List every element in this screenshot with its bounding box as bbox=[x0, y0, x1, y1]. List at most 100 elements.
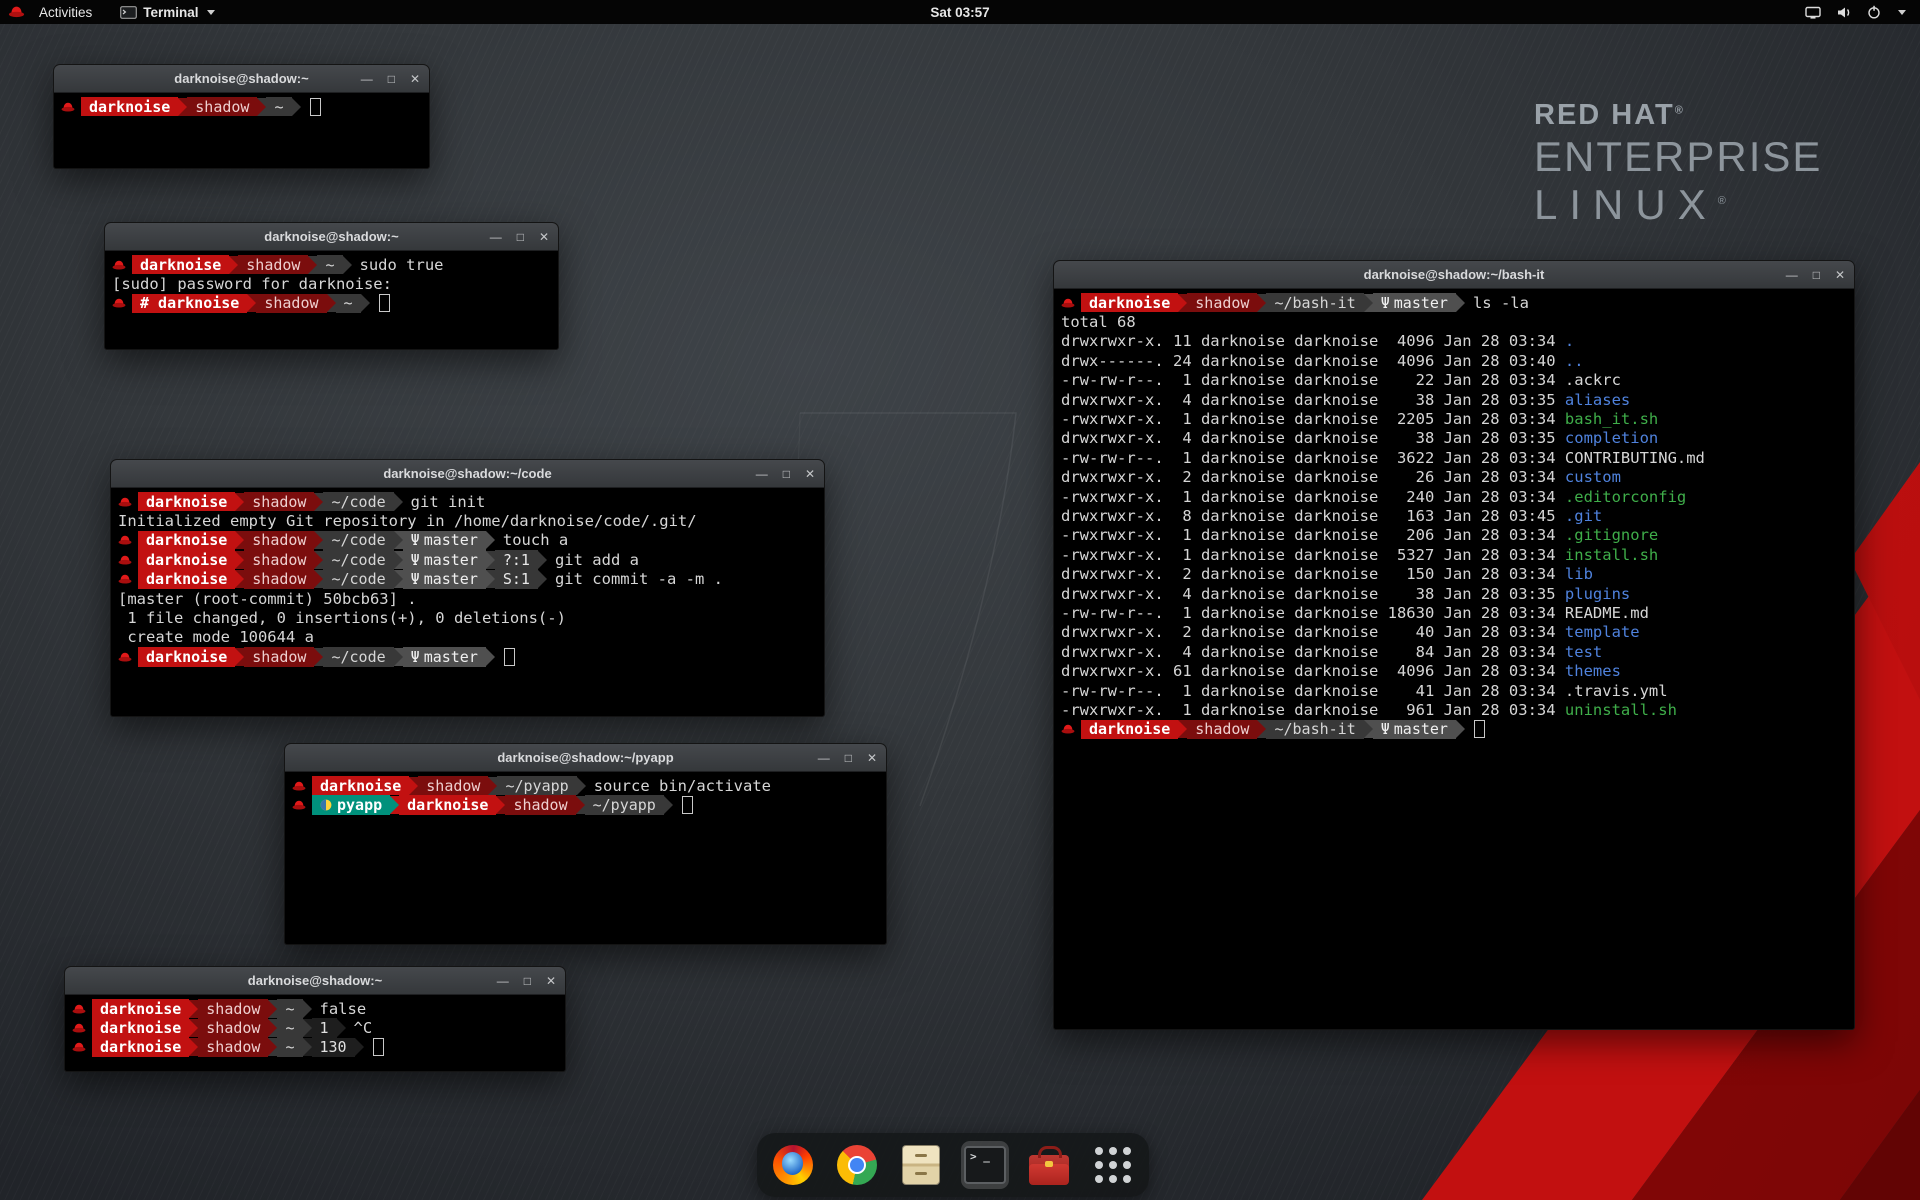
titlebar[interactable]: darknoise@shadow:~/bash-it — □ ✕ bbox=[1054, 261, 1854, 289]
minimize-button[interactable]: — bbox=[361, 73, 373, 85]
terminal-content[interactable]: darknoiseshadow~ bbox=[54, 93, 429, 120]
close-button[interactable]: ✕ bbox=[805, 468, 815, 480]
terminal-content[interactable]: darknoiseshadow~/bash-itΨmasterls -latot… bbox=[1054, 289, 1854, 743]
user-segment: darknoise bbox=[312, 776, 409, 795]
host-segment: shadow bbox=[244, 492, 314, 511]
redhat-prompt-icon bbox=[292, 780, 306, 792]
path-segment: ~ bbox=[277, 1018, 302, 1037]
powerline-separator bbox=[314, 648, 323, 666]
terminal-line: darknoiseshadow~/bash-itΨmaster bbox=[1061, 720, 1847, 739]
output-text: [sudo] password for darknoise: bbox=[112, 275, 401, 293]
path-segment: ~/pyapp bbox=[497, 776, 576, 795]
terminal-content[interactable]: darknoiseshadow~/pyappsource bin/activat… bbox=[285, 772, 886, 819]
terminal-line: drwxrwxr-x. 61 darknoise darknoise 4096 … bbox=[1061, 661, 1847, 680]
titlebar[interactable]: darknoise@shadow:~ — □ ✕ bbox=[65, 967, 565, 995]
git-branch-icon: Ψ bbox=[411, 648, 420, 666]
window-title: darknoise@shadow:~ bbox=[248, 973, 382, 988]
activities-button[interactable]: Activities bbox=[31, 0, 100, 24]
powerline-separator bbox=[486, 648, 495, 666]
output-text: drwxrwxr-x. 4 darknoise darknoise 38 Jan… bbox=[1061, 429, 1565, 447]
close-button[interactable]: ✕ bbox=[539, 231, 549, 243]
terminal-cursor bbox=[1474, 720, 1485, 738]
minimize-button[interactable]: — bbox=[490, 231, 502, 243]
titlebar[interactable]: darknoise@shadow:~ — □ ✕ bbox=[105, 223, 558, 251]
directory-name: plugins bbox=[1565, 585, 1630, 603]
close-button[interactable]: ✕ bbox=[1835, 269, 1845, 281]
close-button[interactable]: ✕ bbox=[867, 752, 877, 764]
maximize-button[interactable]: □ bbox=[845, 752, 852, 764]
minimize-button[interactable]: — bbox=[756, 468, 768, 480]
terminal-content[interactable]: darknoiseshadow~/codegit initInitialized… bbox=[111, 488, 824, 671]
python-icon bbox=[320, 799, 332, 811]
path-segment: ~/bash-it bbox=[1266, 293, 1363, 312]
git-segment: Ψmaster bbox=[1373, 293, 1456, 312]
host-segment: shadow bbox=[418, 776, 488, 795]
user-segment: darknoise bbox=[138, 570, 235, 589]
titlebar[interactable]: darknoise@shadow:~/pyapp — □ ✕ bbox=[285, 744, 886, 772]
dock-chrome-button[interactable] bbox=[833, 1141, 881, 1189]
system-status-area[interactable] bbox=[1805, 5, 1920, 19]
powerline-separator bbox=[1178, 720, 1187, 738]
output-text: drwx------. 24 darknoise darknoise 4096 … bbox=[1061, 352, 1565, 370]
directory-name: completion bbox=[1565, 429, 1658, 447]
volume-icon[interactable] bbox=[1836, 6, 1852, 19]
chrome-icon bbox=[837, 1145, 877, 1185]
app-menu-terminal[interactable]: Terminal bbox=[120, 5, 214, 20]
gitstat-segment: ?:1 bbox=[495, 550, 538, 569]
powerline-separator bbox=[229, 256, 238, 274]
powerline-separator bbox=[486, 551, 495, 569]
minimize-button[interactable]: — bbox=[1786, 269, 1798, 281]
maximize-button[interactable]: □ bbox=[783, 468, 790, 480]
clock[interactable]: Sat 03:57 bbox=[930, 5, 989, 20]
user-segment: darknoise bbox=[92, 1038, 189, 1057]
dock-terminal-button[interactable] bbox=[961, 1141, 1009, 1189]
terminal-line: drwxrwxr-x. 8 darknoise darknoise 163 Ja… bbox=[1061, 506, 1847, 525]
dock-files-button[interactable] bbox=[897, 1141, 945, 1189]
user-segment: darknoise bbox=[399, 795, 496, 814]
terminal-line: darknoiseshadow~/codeΨmasterS:1git commi… bbox=[118, 570, 817, 589]
redhat-prompt-icon bbox=[1061, 297, 1075, 309]
close-button[interactable]: ✕ bbox=[410, 73, 420, 85]
minimize-button[interactable]: — bbox=[497, 975, 509, 987]
powerline-separator bbox=[314, 531, 323, 549]
terminal-line: drwxrwxr-x. 2 darknoise darknoise 40 Jan… bbox=[1061, 623, 1847, 642]
maximize-button[interactable]: □ bbox=[1813, 269, 1820, 281]
terminal-line: # darknoiseshadow~ bbox=[112, 294, 551, 313]
powerline-separator bbox=[394, 648, 403, 666]
terminal-line: drwxrwxr-x. 4 darknoise darknoise 84 Jan… bbox=[1061, 642, 1847, 661]
power-icon[interactable] bbox=[1867, 5, 1881, 19]
maximize-button[interactable]: □ bbox=[517, 231, 524, 243]
maximize-button[interactable]: □ bbox=[388, 73, 395, 85]
terminal-line: darknoiseshadow~/codeΨmaster?:1git add a bbox=[118, 550, 817, 569]
maximize-button[interactable]: □ bbox=[524, 975, 531, 987]
redhat-prompt-icon bbox=[112, 297, 126, 309]
path-segment: ~/code bbox=[323, 531, 393, 550]
terminal-content[interactable]: darknoiseshadow~falsedarknoiseshadow~1^C… bbox=[65, 995, 565, 1061]
minimize-button[interactable]: — bbox=[818, 752, 830, 764]
redhat-prompt-icon bbox=[118, 496, 132, 508]
path-segment: ~/code bbox=[323, 647, 393, 666]
terminal-content[interactable]: darknoiseshadow~sudo true[sudo] password… bbox=[105, 251, 558, 317]
command-text: touch a bbox=[503, 531, 568, 549]
chevron-down-icon bbox=[207, 10, 215, 15]
terminal-line: drwxrwxr-x. 4 darknoise darknoise 38 Jan… bbox=[1061, 390, 1847, 409]
brand-enterprise: ENTERPRISE bbox=[1534, 135, 1822, 179]
dock-show-apps-button[interactable] bbox=[1089, 1141, 1137, 1189]
powerline-separator bbox=[235, 648, 244, 666]
close-button[interactable]: ✕ bbox=[546, 975, 556, 987]
screen-icon[interactable] bbox=[1805, 6, 1821, 19]
titlebar[interactable]: darknoise@shadow:~ — □ ✕ bbox=[54, 65, 429, 93]
terminal-line: darknoiseshadow~/codeΨmaster bbox=[118, 647, 817, 666]
host-segment: shadow bbox=[198, 1038, 268, 1057]
host-segment: shadow bbox=[238, 255, 308, 274]
terminal-cursor bbox=[379, 294, 390, 312]
dock-firefox-button[interactable] bbox=[769, 1141, 817, 1189]
path-segment: ~ bbox=[317, 255, 342, 274]
dock-software-button[interactable] bbox=[1025, 1141, 1073, 1189]
show-applications-icon bbox=[1095, 1147, 1131, 1183]
titlebar[interactable]: darknoise@shadow:~/code — □ ✕ bbox=[111, 460, 824, 488]
powerline-separator bbox=[538, 551, 547, 569]
host-segment: shadow bbox=[187, 97, 257, 116]
command-text: sudo true bbox=[360, 256, 444, 274]
user-segment: darknoise bbox=[138, 550, 235, 569]
